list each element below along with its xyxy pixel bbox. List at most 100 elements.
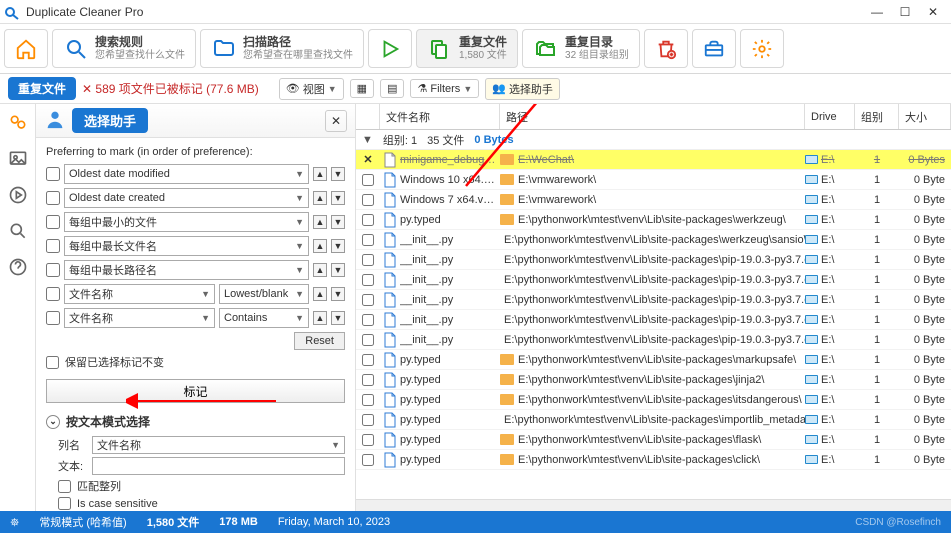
- pref-select-0[interactable]: Oldest date modified▼: [64, 164, 309, 184]
- col-drive[interactable]: Drive: [805, 104, 855, 129]
- file-row[interactable]: py.typed E:\pythonwork\mtest\venv\Lib\si…: [356, 390, 951, 410]
- row-check-2[interactable]: [362, 194, 374, 206]
- settings-button[interactable]: [740, 29, 784, 68]
- pref-down-6[interactable]: ▼: [331, 311, 345, 325]
- file-row[interactable]: __init__.py E:\pythonwork\mtest\venv\Lib…: [356, 270, 951, 290]
- pref-check-5[interactable]: [46, 287, 60, 301]
- file-row[interactable]: py.typed E:\pythonwork\mtest\venv\Lib\si…: [356, 370, 951, 390]
- window-maximize-button[interactable]: ☐: [891, 1, 919, 23]
- pref-up-3[interactable]: ▲: [313, 239, 327, 253]
- pref-select-2[interactable]: 每组中最小的文件▼: [64, 212, 309, 232]
- pref-select-5[interactable]: 文件名称▼: [64, 284, 215, 304]
- pref-up-4[interactable]: ▲: [313, 263, 327, 277]
- col-filename[interactable]: 文件名称: [380, 104, 500, 129]
- pref-down-0[interactable]: ▼: [331, 167, 345, 181]
- pref-select-6[interactable]: 文件名称▼: [64, 308, 215, 328]
- file-row[interactable]: py.typed E:\pythonwork\mtest\venv\Lib\si…: [356, 450, 951, 470]
- vstrip-help-button[interactable]: [5, 254, 31, 280]
- text-mode-section-header[interactable]: ⌄按文本模式选择: [46, 413, 345, 430]
- row-check-15[interactable]: [362, 454, 374, 466]
- row-check-14[interactable]: [362, 434, 374, 446]
- file-row[interactable]: Windows 10 x64.vmsd E:\vmwarework\ E:\ 1…: [356, 170, 951, 190]
- text-input[interactable]: [92, 457, 345, 475]
- col-group[interactable]: 组别: [855, 104, 899, 129]
- view-dropdown[interactable]: 👁视图▼: [279, 78, 344, 100]
- file-rows[interactable]: ✕ minigame_debug_port.tx E:\WeChat\ E:\ …: [356, 150, 951, 499]
- reset-button[interactable]: Reset: [294, 332, 345, 350]
- pref-down-5[interactable]: ▼: [331, 287, 345, 301]
- row-check-13[interactable]: [362, 414, 374, 426]
- file-row[interactable]: py.typed E:\pythonwork\mtest\venv\Lib\si…: [356, 410, 951, 430]
- file-row[interactable]: ✕ minigame_debug_port.tx E:\WeChat\ E:\ …: [356, 150, 951, 170]
- vstrip-helper-button[interactable]: [5, 110, 31, 136]
- window-close-button[interactable]: ✕: [919, 1, 947, 23]
- mark-button[interactable]: 标记: [46, 379, 345, 403]
- column-select[interactable]: 文件名称▼: [92, 436, 345, 454]
- file-row[interactable]: py.typed E:\pythonwork\mtest\venv\Lib\si…: [356, 350, 951, 370]
- file-row[interactable]: __init__.py E:\pythonwork\mtest\venv\Lib…: [356, 230, 951, 250]
- grid-view-button[interactable]: ▦: [350, 79, 374, 98]
- group-header-row[interactable]: ▼ 组别: 1 35 文件 0 Bytes: [356, 130, 951, 150]
- pref-check-1[interactable]: [46, 191, 60, 205]
- vstrip-image-button[interactable]: [5, 146, 31, 172]
- duplicate-folders-tab[interactable]: 重复目录32 组目录组别: [522, 29, 640, 68]
- vstrip-play-button[interactable]: [5, 182, 31, 208]
- pref-select-4[interactable]: 每组中最长路径名▼: [64, 260, 309, 280]
- delete-button[interactable]: [644, 29, 688, 68]
- selection-helper-button[interactable]: 👥选择助手: [485, 78, 560, 100]
- scan-location-button[interactable]: 扫描路径您希望查在哪里查找文件: [200, 29, 364, 68]
- pref-up-0[interactable]: ▲: [313, 167, 327, 181]
- pref-down-1[interactable]: ▼: [331, 191, 345, 205]
- row-check-5[interactable]: [362, 254, 374, 266]
- row-check-10[interactable]: [362, 354, 374, 366]
- row-check-6[interactable]: [362, 274, 374, 286]
- pref-up-6[interactable]: ▲: [313, 311, 327, 325]
- row-check-12[interactable]: [362, 394, 374, 406]
- file-row[interactable]: __init__.py E:\pythonwork\mtest\venv\Lib…: [356, 330, 951, 350]
- vstrip-search-button[interactable]: [5, 218, 31, 244]
- pref-select-1[interactable]: Oldest date created▼: [64, 188, 309, 208]
- file-row[interactable]: __init__.py E:\pythonwork\mtest\venv\Lib…: [356, 290, 951, 310]
- pref-check-4[interactable]: [46, 263, 60, 277]
- file-row[interactable]: __init__.py E:\pythonwork\mtest\venv\Lib…: [356, 250, 951, 270]
- pref-up-1[interactable]: ▲: [313, 191, 327, 205]
- close-panel-button[interactable]: ✕: [325, 110, 347, 132]
- scan-now-button[interactable]: [368, 29, 412, 68]
- horizontal-scrollbar[interactable]: [356, 499, 951, 511]
- duplicate-files-tab[interactable]: 重复文件1,580 文件: [416, 29, 518, 68]
- thumb-view-button[interactable]: ▤: [380, 79, 404, 98]
- home-button[interactable]: [4, 29, 48, 68]
- pref-extra-6[interactable]: Contains▼: [219, 308, 309, 328]
- pref-check-6[interactable]: [46, 311, 60, 325]
- pref-check-2[interactable]: [46, 215, 60, 229]
- file-row[interactable]: __init__.py E:\pythonwork\mtest\venv\Lib…: [356, 310, 951, 330]
- search-rules-button[interactable]: 搜索规则您希望查找什么文件: [52, 29, 196, 68]
- row-check-3[interactable]: [362, 214, 374, 226]
- row-check-4[interactable]: [362, 234, 374, 246]
- row-check-9[interactable]: [362, 334, 374, 346]
- pref-down-4[interactable]: ▼: [331, 263, 345, 277]
- col-size[interactable]: 大小: [899, 104, 951, 129]
- row-check-8[interactable]: [362, 314, 374, 326]
- pref-up-5[interactable]: ▲: [313, 287, 327, 301]
- pref-down-3[interactable]: ▼: [331, 239, 345, 253]
- row-check-1[interactable]: [362, 174, 374, 186]
- file-row[interactable]: Windows 7 x64.vmsd E:\vmwarework\ E:\ 1 …: [356, 190, 951, 210]
- match-whole-checkbox[interactable]: [58, 480, 71, 493]
- file-row[interactable]: py.typed E:\pythonwork\mtest\venv\Lib\si…: [356, 210, 951, 230]
- pref-extra-5[interactable]: Lowest/blank▼: [219, 284, 309, 304]
- pref-up-2[interactable]: ▲: [313, 215, 327, 229]
- pref-select-3[interactable]: 每组中最长文件名▼: [64, 236, 309, 256]
- file-row[interactable]: py.typed E:\pythonwork\mtest\venv\Lib\si…: [356, 430, 951, 450]
- pref-check-0[interactable]: [46, 167, 60, 181]
- filters-dropdown[interactable]: ⚗Filters▼: [410, 79, 479, 98]
- case-sensitive-checkbox[interactable]: [58, 497, 71, 510]
- row-check-11[interactable]: [362, 374, 374, 386]
- window-minimize-button[interactable]: —: [863, 1, 891, 23]
- pref-check-3[interactable]: [46, 239, 60, 253]
- col-path[interactable]: 路径: [500, 104, 805, 129]
- row-check-7[interactable]: [362, 294, 374, 306]
- keep-marked-checkbox[interactable]: [46, 356, 59, 369]
- tools-button[interactable]: [692, 29, 736, 68]
- pref-down-2[interactable]: ▼: [331, 215, 345, 229]
